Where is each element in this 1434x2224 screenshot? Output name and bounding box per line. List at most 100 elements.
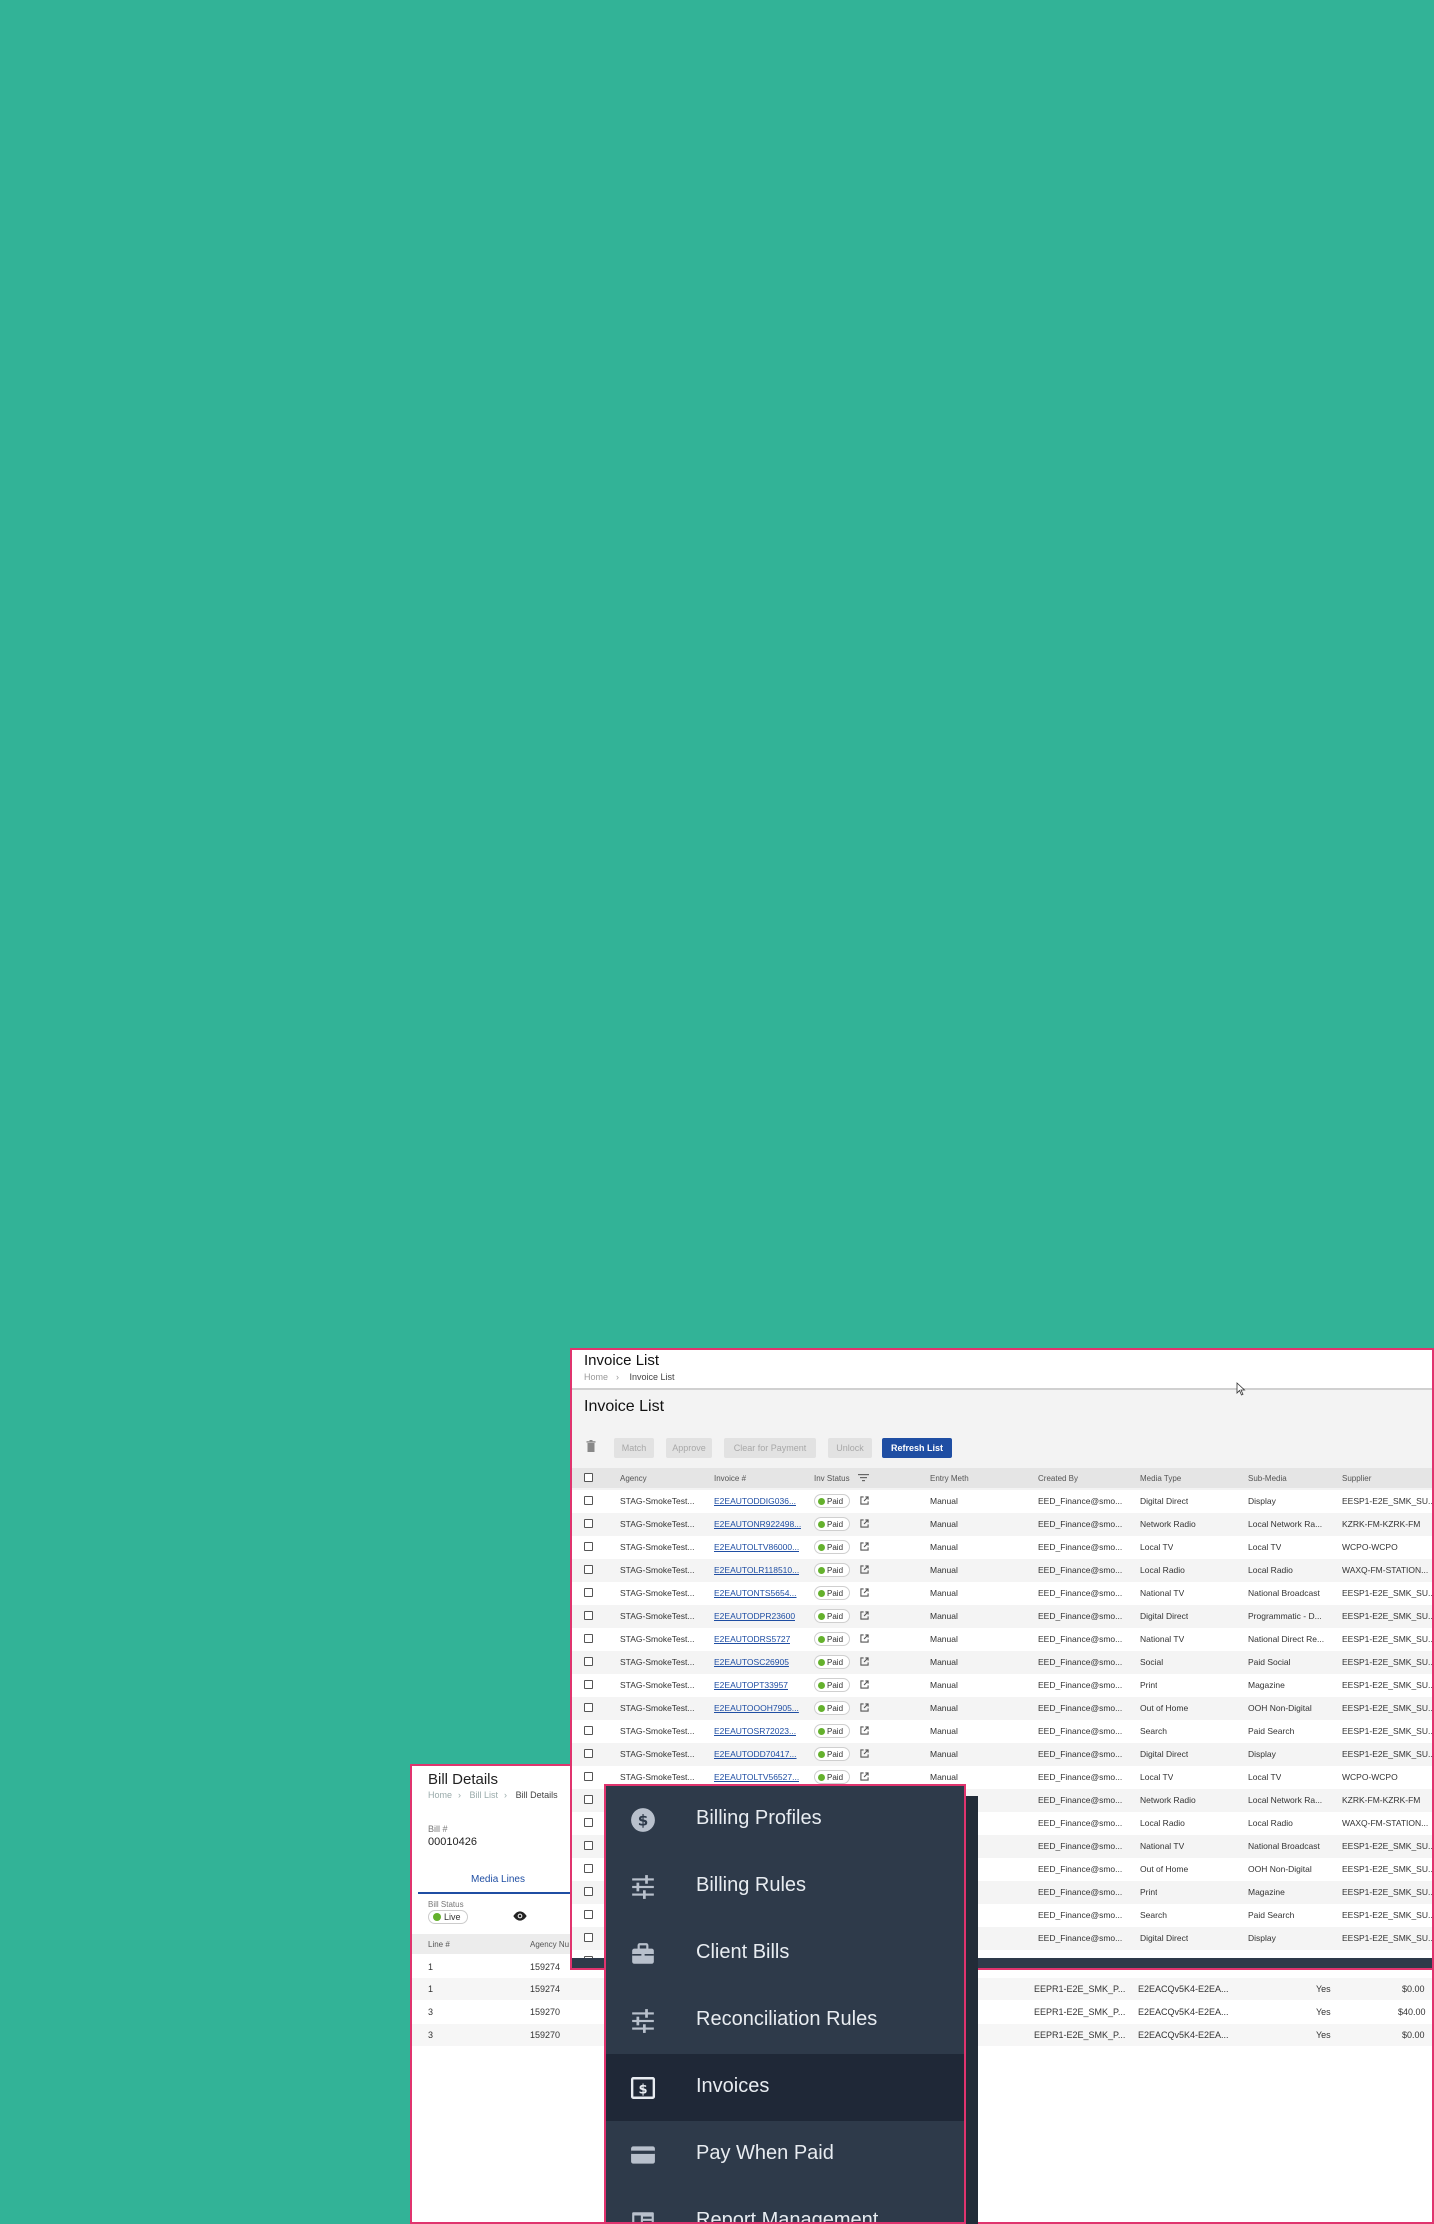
- status-badge: Paid: [814, 1494, 850, 1508]
- nav-item-billing-profiles[interactable]: $ Billing Profiles: [606, 1786, 964, 1853]
- invoice-link[interactable]: E2EAUTOOOH7905...: [714, 1703, 799, 1713]
- open-external-icon[interactable]: [860, 1703, 869, 1712]
- breadcrumb-current: Bill Details: [515, 1790, 558, 1800]
- nav-item-pay-when-paid[interactable]: Pay When Paid: [606, 2121, 964, 2188]
- row-checkbox[interactable]: [584, 1726, 593, 1735]
- eye-icon[interactable]: [512, 1908, 528, 1924]
- status-badge: Paid: [814, 1724, 850, 1738]
- refresh-list-button[interactable]: Refresh List: [882, 1438, 952, 1458]
- row-checkbox[interactable]: [584, 1634, 593, 1643]
- column-header-media-type[interactable]: Media Type: [1140, 1474, 1181, 1483]
- row-checkbox[interactable]: [584, 1749, 593, 1758]
- invoice-link[interactable]: E2EAUTOLR118510...: [714, 1565, 799, 1575]
- open-external-icon[interactable]: [860, 1588, 869, 1597]
- tab-media-lines[interactable]: Media Lines: [418, 1868, 578, 1894]
- row-checkbox[interactable]: [584, 1887, 593, 1896]
- nav-item-client-bills[interactable]: Client Bills: [606, 1920, 964, 1987]
- table-row[interactable]: STAG-SmokeTest... E2EAUTODD70417... Manual…: [572, 1743, 1432, 1766]
- nav-item-reconciliation-rules[interactable]: Reconciliation Rules: [606, 1987, 964, 2054]
- row-checkbox[interactable]: [584, 1795, 593, 1804]
- breadcrumb-home[interactable]: Home: [428, 1790, 452, 1800]
- table-row[interactable]: STAG-SmokeTest... E2EAUTONR922498... Manua…: [572, 1513, 1432, 1536]
- table-row[interactable]: STAG-SmokeTest... E2EAUTODPR23600 Manual EE…: [572, 1605, 1432, 1628]
- cell: EEPR1-E2E_SMK_P...: [1034, 1984, 1126, 1994]
- nav-item-report-management[interactable]: Report Management: [606, 2188, 964, 2222]
- invoice-link[interactable]: E2EAUTODD70417...: [714, 1749, 797, 1759]
- table-row[interactable]: STAG-SmokeTest... E2EAUTOPT33957 Manual EED…: [572, 1674, 1432, 1697]
- clear-for-payment-button[interactable]: Clear for Payment: [724, 1438, 816, 1458]
- table-row[interactable]: STAG-SmokeTest... E2EAUTOLR118510... Manua…: [572, 1559, 1432, 1582]
- invoice-link[interactable]: E2EAUTODPR23600: [714, 1611, 795, 1621]
- table-row[interactable]: STAG-SmokeTest... E2EAUTOSR72023... Manual…: [572, 1720, 1432, 1743]
- open-external-icon[interactable]: [860, 1496, 869, 1505]
- row-checkbox[interactable]: [584, 1496, 593, 1505]
- invoice-link[interactable]: E2EAUTOLTV86000...: [714, 1542, 799, 1552]
- status-text: Paid: [827, 1635, 844, 1644]
- row-checkbox[interactable]: [584, 1542, 593, 1551]
- row-checkbox[interactable]: [584, 1841, 593, 1850]
- open-external-icon[interactable]: [860, 1542, 869, 1551]
- table-row[interactable]: STAG-SmokeTest... E2EAUTODRS5727 Manual EED…: [572, 1628, 1432, 1651]
- open-external-icon[interactable]: [860, 1565, 869, 1574]
- invoice-link[interactable]: E2EAUTONTS5654...: [714, 1588, 797, 1598]
- cell: E2EACQv5K4-E2EA...: [1138, 2007, 1229, 2017]
- column-header-entry-method[interactable]: Entry Meth: [930, 1474, 969, 1483]
- open-external-icon[interactable]: [860, 1634, 869, 1643]
- open-external-icon[interactable]: [860, 1749, 869, 1758]
- row-checkbox[interactable]: [584, 1519, 593, 1528]
- invoice-link[interactable]: E2EAUTOLTV56527...: [714, 1772, 799, 1782]
- unlock-button[interactable]: Unlock: [828, 1438, 872, 1458]
- invoice-link[interactable]: E2EAUTOSC26905: [714, 1657, 789, 1667]
- match-button[interactable]: Match: [614, 1438, 654, 1458]
- invoice-link[interactable]: E2EAUTODRS5727: [714, 1634, 790, 1644]
- table-row[interactable]: STAG-SmokeTest... E2EAUTONTS5654... Manual…: [572, 1582, 1432, 1605]
- paid-dot-icon: [818, 1636, 825, 1643]
- row-checkbox[interactable]: [584, 1680, 593, 1689]
- filter-icon[interactable]: [858, 1473, 869, 1482]
- nav-item-invoices[interactable]: $ Invoices: [606, 2054, 964, 2121]
- cell-created: EED_Finance@smo...: [1038, 1910, 1123, 1920]
- invoice-link[interactable]: E2EAUTONR922498...: [714, 1519, 801, 1529]
- app-header: Invoice List Home › Invoice List: [572, 1350, 1432, 1396]
- column-header-inv-status[interactable]: Inv Status: [814, 1474, 850, 1483]
- open-external-icon[interactable]: [860, 1680, 869, 1689]
- cell-media: Local TV: [1140, 1772, 1174, 1782]
- nav-item-billing-rules[interactable]: Billing Rules: [606, 1853, 964, 1920]
- table-row[interactable]: STAG-SmokeTest... E2EAUTOLTV86000... Manua…: [572, 1536, 1432, 1559]
- row-checkbox[interactable]: [584, 1772, 593, 1781]
- row-checkbox[interactable]: [584, 1818, 593, 1827]
- open-external-icon[interactable]: [860, 1726, 869, 1735]
- table-row[interactable]: STAG-SmokeTest... E2EAUTODDIG036... Manual…: [572, 1490, 1432, 1513]
- invoice-link[interactable]: E2EAUTODDIG036...: [714, 1496, 796, 1506]
- open-external-icon[interactable]: [860, 1611, 869, 1620]
- row-checkbox[interactable]: [584, 1910, 593, 1919]
- open-external-icon[interactable]: [860, 1657, 869, 1666]
- invoice-link[interactable]: E2EAUTOPT33957: [714, 1680, 788, 1690]
- column-header-supplier[interactable]: Supplier: [1342, 1474, 1371, 1483]
- cell-created: EED_Finance@smo...: [1038, 1634, 1123, 1644]
- select-all-checkbox[interactable]: [584, 1473, 593, 1482]
- row-checkbox[interactable]: [584, 1933, 593, 1942]
- paid-dot-icon: [818, 1728, 825, 1735]
- table-row[interactable]: STAG-SmokeTest... E2EAUTOOOH7905... Manual…: [572, 1697, 1432, 1720]
- row-checkbox[interactable]: [584, 1588, 593, 1597]
- open-external-icon[interactable]: [860, 1772, 869, 1781]
- breadcrumb-home[interactable]: Home: [584, 1372, 608, 1382]
- row-checkbox[interactable]: [584, 1864, 593, 1873]
- invoice-link[interactable]: E2EAUTOSR72023...: [714, 1726, 796, 1736]
- paid-dot-icon: [818, 1521, 825, 1528]
- delete-icon[interactable]: [586, 1440, 596, 1452]
- row-checkbox[interactable]: [584, 1657, 593, 1666]
- row-checkbox[interactable]: [584, 1611, 593, 1620]
- table-row[interactable]: STAG-SmokeTest... E2EAUTOSC26905 Manual EED…: [572, 1651, 1432, 1674]
- row-checkbox[interactable]: [584, 1703, 593, 1712]
- column-header-invoice[interactable]: Invoice #: [714, 1474, 746, 1483]
- breadcrumb-bill-list[interactable]: Bill List: [470, 1790, 499, 1800]
- column-header-created-by[interactable]: Created By: [1038, 1474, 1078, 1483]
- open-external-icon[interactable]: [860, 1519, 869, 1528]
- column-header-agency[interactable]: Agency: [620, 1474, 647, 1483]
- cell-media: Social: [1140, 1657, 1164, 1667]
- approve-button[interactable]: Approve: [666, 1438, 712, 1458]
- column-header-sub-media[interactable]: Sub-Media: [1248, 1474, 1287, 1483]
- row-checkbox[interactable]: [584, 1565, 593, 1574]
